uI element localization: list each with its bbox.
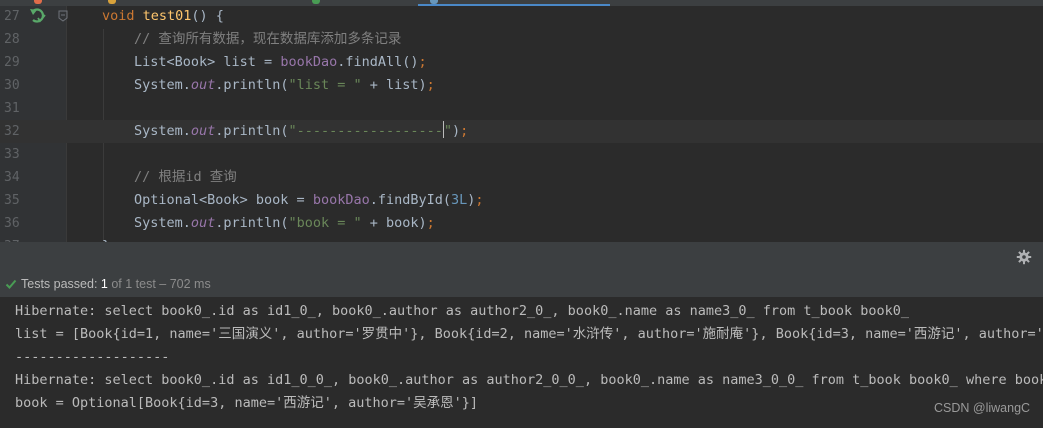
fold-icon[interactable] (58, 10, 68, 22)
line-number: 33 (4, 147, 20, 162)
tests-passed-count: 1 (100, 277, 108, 291)
check-icon (5, 279, 17, 289)
code-line[interactable]: 35 Optional<Book> book = bookDao.findById… (0, 189, 1043, 212)
tab-file-icon (312, 0, 320, 4)
code-line[interactable]: 32 System.out.println("------------------… (0, 120, 1043, 143)
code-text: List<Book> list = bookDao.findAll(); (134, 54, 427, 70)
test-status-detail: of 1 test – 702 ms (111, 277, 211, 291)
line-number: 35 (4, 193, 20, 208)
console-line: Hibernate: select book0_.id as id1_0_, b… (15, 303, 910, 319)
code-text: void test01() { (102, 8, 224, 24)
console-output[interactable]: Hibernate: select book0_.id as id1_0_, b… (0, 298, 1043, 428)
code-text: Optional<Book> book = bookDao.findById(3… (134, 192, 484, 208)
code-line[interactable]: 31 (0, 97, 1043, 120)
line-number: 30 (4, 78, 20, 93)
test-results-bar: Tests passed: 1 of 1 test – 702 ms (0, 272, 1043, 298)
run-test-icon[interactable] (30, 7, 46, 25)
code-line[interactable]: 28 // 查询所有数据，现在数据库添加多条记录 (0, 28, 1043, 51)
code-line[interactable]: 37} (0, 235, 1043, 242)
code-text: } (102, 235, 110, 242)
test-status-text: Tests passed: 1 of 1 test – 702 ms (21, 272, 211, 297)
watermark: CSDN @liwangC (934, 401, 1031, 415)
line-number: 37 (4, 235, 26, 242)
code-line[interactable]: 29 List<Book> list = bookDao.findAll(); (0, 51, 1043, 74)
line-number: 29 (4, 55, 20, 70)
code-line[interactable]: 30 System.out.println("list = " + list); (0, 74, 1043, 97)
console-line: list = [Book{id=1, name='三国演义', author='… (15, 326, 1043, 342)
code-text: System.out.println("book = " + book); (134, 215, 435, 231)
code-line[interactable]: 33 (0, 143, 1043, 166)
line-number: 36 (4, 216, 20, 231)
test-status-label: Tests passed: (21, 277, 98, 291)
code-line[interactable]: 34 // 根据id 查询 (0, 166, 1043, 189)
tab-file-icon (34, 0, 42, 4)
line-number: 32 (4, 124, 20, 139)
code-text: // 查询所有数据，现在数据库添加多条记录 (134, 31, 402, 47)
code-text: System.out.println("list = " + list); (134, 77, 435, 93)
console-line: Hibernate: select book0_.id as id1_0_0_,… (15, 372, 1043, 388)
line-number: 31 (4, 101, 20, 116)
gear-icon[interactable] (1016, 249, 1032, 265)
code-editor[interactable]: 27 void test01() { 28 // 查询所有数据，现在数据库添加多条记录… (0, 6, 1043, 242)
code-text: System.out.println("------------------")… (134, 121, 469, 139)
code-line[interactable]: 36 System.out.println("book = " + book); (0, 212, 1043, 235)
line-number: 27 (4, 9, 20, 24)
line-number: 34 (4, 170, 20, 185)
code-text: // 根据id 查询 (134, 169, 237, 185)
line-number: 28 (4, 32, 20, 47)
code-line[interactable]: 27 void test01() { (0, 6, 1043, 28)
run-panel-header (0, 242, 1043, 272)
console-line: book = Optional[Book{id=3, name='西游记', a… (15, 395, 479, 411)
tab-file-icon (108, 0, 116, 4)
console-line: ------------------- (15, 349, 170, 365)
